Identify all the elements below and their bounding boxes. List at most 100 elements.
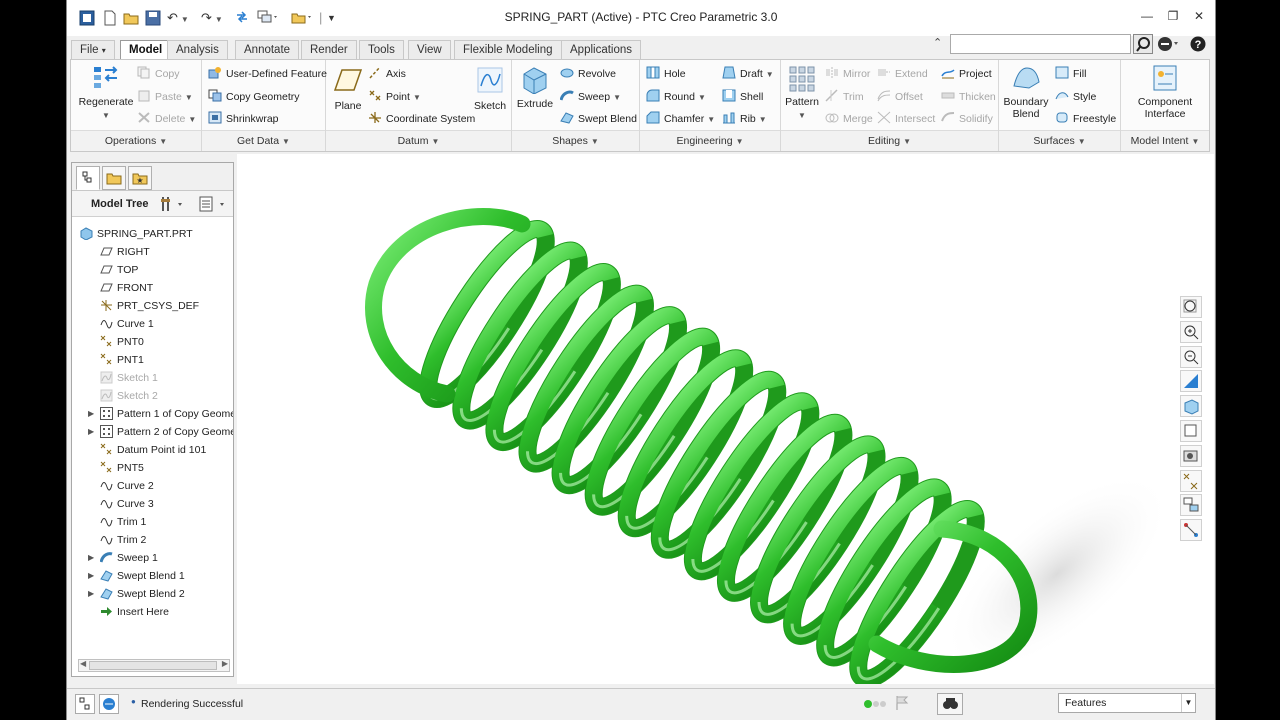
selection-filter-dropdown[interactable]: Features ▼	[1058, 693, 1196, 713]
tree-item-pnt1[interactable]: PNT1	[72, 351, 233, 369]
group-label-operations[interactable]: Operations ▼	[71, 130, 201, 151]
expand-icon[interactable]: ▶	[88, 585, 94, 603]
tree-item-pattern-1-of-copy-geometr[interactable]: ▶ Pattern 1 of Copy Geometr	[72, 405, 233, 423]
spring-model[interactable]	[237, 154, 1214, 688]
tree-item-swept-blend-1[interactable]: ▶ Swept Blend 1	[72, 567, 233, 585]
tree-item-front[interactable]: FRONT	[72, 279, 233, 297]
tree-item-pnt5[interactable]: PNT5	[72, 459, 233, 477]
plane-button[interactable]: Plane	[330, 66, 366, 112]
group-label-get-data[interactable]: Get Data ▼	[202, 130, 325, 151]
tree-item-curve-2[interactable]: Curve 2	[72, 477, 233, 495]
offset-button[interactable]: Offset	[877, 89, 923, 104]
close-icon[interactable]: ✕	[1191, 9, 1207, 23]
tree-item-trim-2[interactable]: Trim 2	[72, 531, 233, 549]
expand-icon[interactable]: ▶	[88, 405, 94, 423]
tab-file[interactable]: File ▾	[71, 40, 115, 60]
sketch-button[interactable]: Sketch	[472, 66, 508, 112]
chamfer-button[interactable]: Chamfer ▼	[646, 111, 715, 127]
tree-item-right[interactable]: RIGHT	[72, 243, 233, 261]
user-defined-feature-button[interactable]: User-Defined Feature	[208, 66, 327, 81]
tree-item-sketch-2[interactable]: Sketch 2	[72, 387, 233, 405]
expand-icon[interactable]: ▶	[88, 423, 94, 441]
saved-orientations-icon[interactable]	[1180, 419, 1202, 442]
pattern-button[interactable]: Pattern ▼	[783, 64, 821, 122]
graphics-window[interactable]	[237, 154, 1214, 688]
tree-item-pattern-2-of-copy-geometr[interactable]: ▶ Pattern 2 of Copy Geometr	[72, 423, 233, 441]
refit-icon[interactable]	[1180, 296, 1202, 318]
help-icon[interactable]: ?	[1190, 36, 1206, 55]
datum-display-filters-icon[interactable]	[1180, 469, 1202, 492]
repaint-icon[interactable]	[1180, 370, 1202, 393]
search-icon[interactable]	[1133, 34, 1153, 54]
point-button[interactable]: Point ▼	[368, 89, 421, 105]
tab-render[interactable]: Render	[301, 40, 357, 60]
zoom-in-icon[interactable]	[1180, 320, 1202, 343]
annotation-display-icon[interactable]	[1180, 494, 1202, 517]
display-style-icon[interactable]	[1180, 395, 1202, 418]
freestyle-button[interactable]: Freestyle	[1055, 111, 1116, 126]
group-label-surfaces[interactable]: Surfaces ▼	[999, 130, 1120, 151]
shrinkwrap-button[interactable]: Shrinkwrap	[208, 111, 279, 126]
tab-model[interactable]: Model	[120, 40, 172, 60]
swept-blend-button[interactable]: Swept Blend	[560, 111, 637, 126]
view-manager-icon[interactable]	[1180, 444, 1202, 467]
collapse-ribbon-icon[interactable]: ⌃	[933, 36, 942, 49]
coordinate-system-button[interactable]: Coordinate System	[368, 111, 475, 126]
find-icon[interactable]	[937, 693, 963, 715]
group-label-shapes[interactable]: Shapes ▼	[512, 130, 639, 151]
tree-item-pnt0[interactable]: PNT0	[72, 333, 233, 351]
tree-settings-icon[interactable]	[160, 196, 186, 215]
draft-button[interactable]: Draft ▼	[722, 66, 774, 82]
toggle-navigator-icon[interactable]	[75, 694, 95, 714]
merge-button[interactable]: Merge	[825, 111, 873, 126]
mirror-button[interactable]: Mirror	[825, 66, 870, 81]
sweep-button[interactable]: Sweep ▼	[559, 89, 621, 105]
search-input[interactable]	[950, 34, 1131, 54]
component-interface-button[interactable]: Component Interface	[1127, 64, 1203, 120]
regenerate-button[interactable]: Regenerate ▼	[77, 64, 135, 122]
tree-item-insert-here[interactable]: Insert Here	[72, 603, 233, 621]
tree-item-trim-1[interactable]: Trim 1	[72, 513, 233, 531]
tree-item-sketch-1[interactable]: Sketch 1	[72, 369, 233, 387]
group-label-model-intent[interactable]: Model Intent ▼	[1121, 130, 1209, 151]
rib-button[interactable]: Rib ▼	[722, 111, 767, 127]
show-columns-icon[interactable]	[198, 196, 228, 215]
axis-button[interactable]: Axis	[368, 66, 406, 81]
spin-center-icon[interactable]	[1180, 519, 1202, 542]
style-button[interactable]: Style	[1055, 89, 1096, 104]
thicken-button[interactable]: Thicken	[941, 89, 996, 104]
tab-annotate[interactable]: Annotate	[235, 40, 300, 60]
tree-item-prt-csys-def[interactable]: PRT_CSYS_DEF	[72, 297, 233, 315]
tree-item-curve-3[interactable]: Curve 3	[72, 495, 233, 513]
flag-icon[interactable]	[895, 695, 909, 714]
hole-button[interactable]: Hole	[646, 66, 686, 81]
round-button[interactable]: Round ▼	[646, 89, 706, 105]
tree-item-curve-1[interactable]: Curve 1	[72, 315, 233, 333]
intersect-button[interactable]: Intersect	[877, 111, 935, 126]
tree-item-top[interactable]: TOP	[72, 261, 233, 279]
scroll-right-icon[interactable]: ▶	[222, 659, 228, 668]
favorites-tab-icon[interactable]: ★	[128, 166, 152, 190]
community-icon[interactable]	[1157, 36, 1181, 55]
toggle-browser-icon[interactable]	[99, 694, 119, 714]
tree-item-swept-blend-2[interactable]: ▶ Swept Blend 2	[72, 585, 233, 603]
minimize-icon[interactable]: —	[1139, 9, 1155, 23]
tree-horizontal-scrollbar[interactable]: ◀ ▶	[78, 659, 230, 672]
scrollbar-thumb[interactable]	[89, 661, 217, 670]
delete-button[interactable]: Delete ▼	[137, 111, 196, 127]
tree-item-sweep-1[interactable]: ▶ Sweep 1	[72, 549, 233, 567]
tree-item-spring-part-prt[interactable]: SPRING_PART.PRT	[72, 225, 233, 243]
shell-button[interactable]: Shell	[722, 89, 763, 104]
maximize-icon[interactable]: ❐	[1165, 9, 1181, 23]
tab-applications[interactable]: Applications	[561, 40, 642, 60]
fill-button[interactable]: Fill	[1055, 66, 1086, 81]
tab-flexible-modeling[interactable]: Flexible Modeling	[454, 40, 562, 60]
scroll-left-icon[interactable]: ◀	[80, 659, 86, 668]
tree-item-datum-point-id-101[interactable]: Datum Point id 101	[72, 441, 233, 459]
tab-analysis[interactable]: Analysis	[167, 40, 228, 60]
solidify-button[interactable]: Solidify	[941, 111, 993, 126]
group-label-editing[interactable]: Editing ▼	[781, 130, 998, 151]
expand-icon[interactable]: ▶	[88, 567, 94, 585]
boundary-blend-button[interactable]: Boundary Blend	[1001, 64, 1051, 120]
trim-button[interactable]: Trim	[825, 89, 864, 104]
